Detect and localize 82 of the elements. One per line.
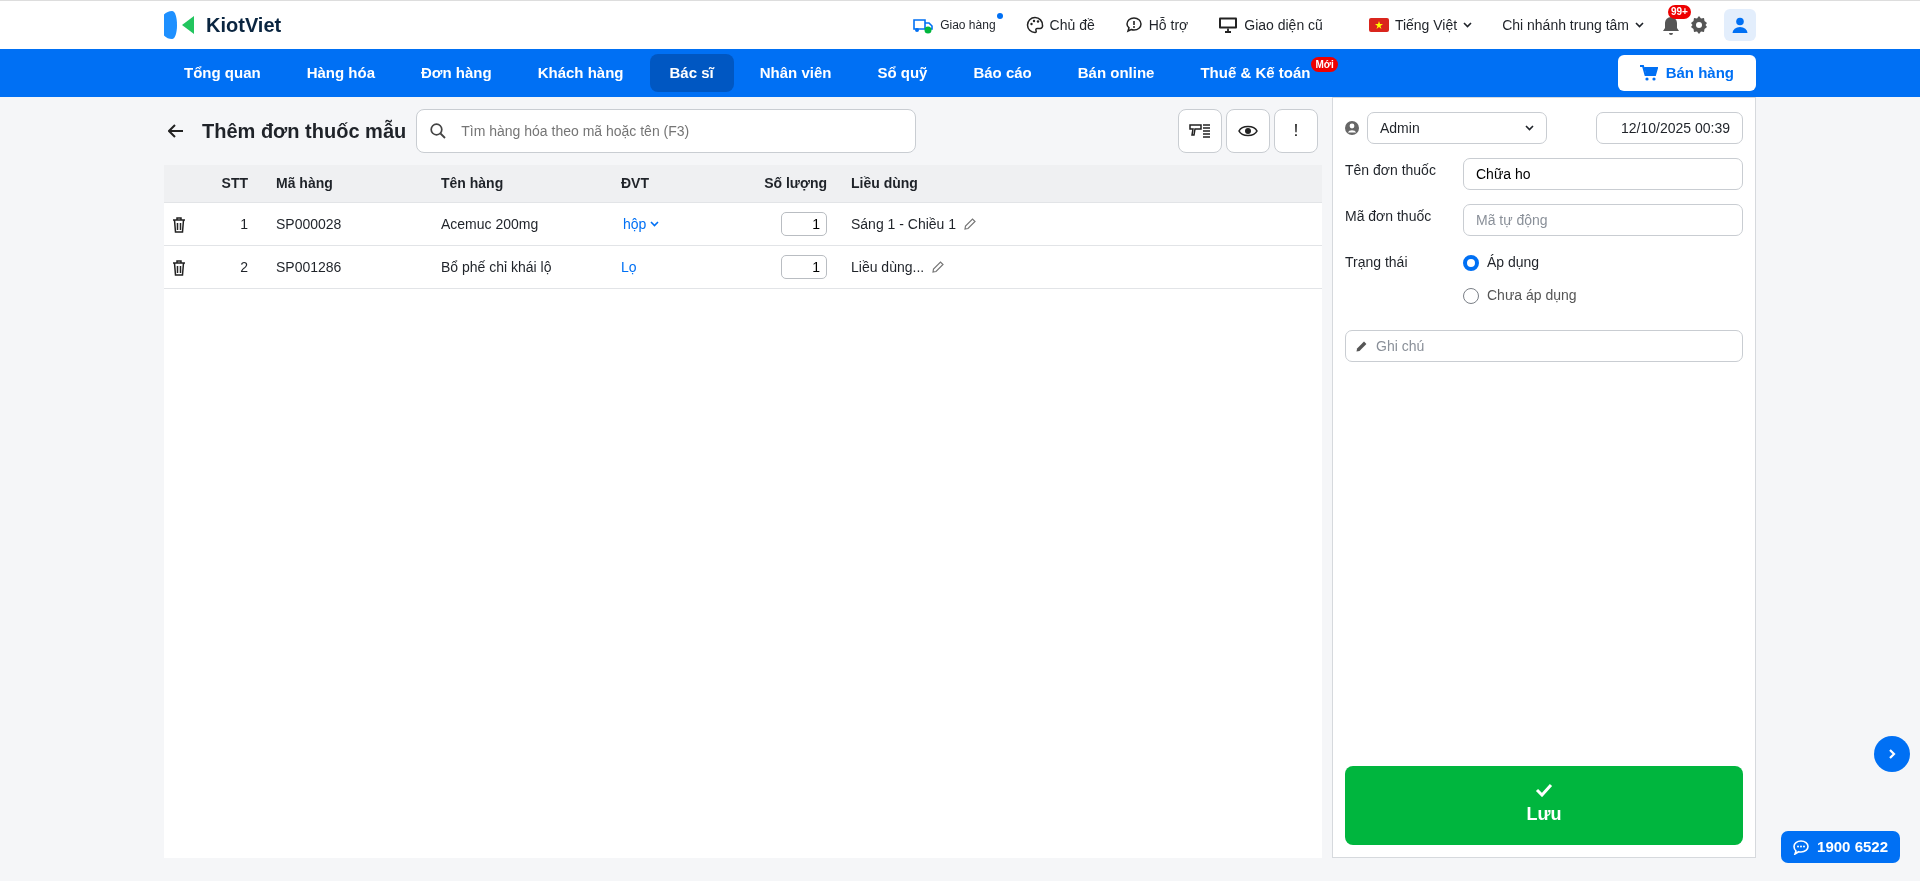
new-badge: Mới: [1311, 56, 1338, 72]
eye-icon: [1238, 124, 1258, 138]
unit-dropdown[interactable]: hộp: [621, 213, 660, 235]
search-field[interactable]: Tìm hàng hóa theo mã hoặc tên (F3): [416, 109, 917, 153]
nav-tab[interactable]: Nhân viên: [739, 53, 852, 93]
monitor-icon: [1218, 16, 1239, 34]
header-link[interactable]: Giao hàng: [912, 16, 996, 34]
field-label: Tên đơn thuốc: [1345, 161, 1437, 180]
quantity-field[interactable]: 1: [781, 212, 827, 236]
chevron-down-icon: [650, 221, 660, 227]
sell-button[interactable]: Bán hàng: [1617, 55, 1756, 91]
chevron-down-icon: [1635, 22, 1644, 28]
table-cell: 1: [240, 215, 248, 232]
column-header: ĐVT: [621, 175, 649, 191]
column-header: Liều dùng: [851, 175, 918, 191]
chat-icon: [1793, 839, 1810, 855]
chevron-down-icon: [1525, 125, 1534, 131]
header-link[interactable]: Giao diện cũ: [1218, 14, 1323, 36]
table-cell: SP001286: [276, 258, 342, 275]
nav-tab[interactable]: Hàng hóa: [286, 53, 395, 93]
quantity-field[interactable]: 1: [781, 255, 827, 279]
dosage-text: Sáng 1 - Chiều 1: [851, 214, 957, 234]
status-radio[interactable]: Áp dụng: [1463, 252, 1577, 273]
column-header: Số lượng: [764, 175, 827, 191]
date-field[interactable]: 12/10/2025 00:39: [1596, 112, 1743, 144]
back-arrow-icon[interactable]: [168, 124, 184, 138]
palette-icon: [1025, 16, 1044, 34]
note-field[interactable]: Ghi chú: [1345, 330, 1743, 362]
pencil-icon[interactable]: [964, 218, 977, 230]
hotline-button[interactable]: 1900 6522: [1781, 831, 1900, 863]
page-title: Thêm đơn thuốc mẫu: [202, 118, 407, 144]
table-cell: Acemuc 200mg: [441, 215, 539, 232]
chat-icon: [1124, 16, 1143, 34]
table-cell: 2: [240, 258, 248, 275]
column-header: STT: [221, 175, 248, 191]
field-label: Mã đơn thuốc: [1345, 207, 1433, 226]
table-cell: SP000028: [276, 215, 342, 232]
pencil-icon[interactable]: [932, 261, 945, 273]
bell-icon: [1662, 15, 1680, 36]
checkmark-icon: [1535, 783, 1553, 797]
text-field[interactable]: Chữa ho: [1463, 158, 1743, 190]
notification-count: 99+: [1668, 5, 1691, 19]
table-cell: Bổ phế chỉ khái lộ: [441, 258, 552, 275]
expand-button[interactable]: [1874, 736, 1910, 772]
scanner-button[interactable]: [1178, 109, 1222, 153]
column-header: Tên hàng: [441, 175, 504, 191]
chevron-down-icon: [1463, 22, 1473, 28]
dosage-text: Liều dùng...: [851, 257, 925, 277]
nav-tab[interactable]: Thuế & Kế toán: [1180, 53, 1312, 93]
preview-button[interactable]: [1226, 109, 1270, 153]
flag-icon: [1368, 18, 1389, 32]
barcode-scanner-icon: [1189, 122, 1211, 140]
header-link[interactable]: Hỗ trợ: [1124, 14, 1189, 36]
nav-tab[interactable]: Đơn hàng: [401, 53, 512, 93]
language-selector[interactable]: Tiếng Việt: [1368, 14, 1473, 36]
status-radio[interactable]: Chưa áp dụng: [1463, 285, 1577, 306]
avatar-button[interactable]: [1724, 9, 1756, 41]
logo-text: KiotViet: [206, 13, 282, 38]
branch-selector[interactable]: Chi nhánh trung tâm: [1502, 14, 1644, 36]
nav-tab[interactable]: Sổ quỹ: [857, 53, 948, 93]
nav-tab[interactable]: Khách hàng: [517, 53, 644, 93]
text-field[interactable]: Mã tự động: [1463, 204, 1743, 236]
nav-tab[interactable]: Báo cáo: [953, 53, 1052, 93]
header-link[interactable]: Chủ đề: [1025, 14, 1095, 36]
cart-icon: [1639, 65, 1658, 81]
user-icon: [1732, 17, 1748, 33]
nav-tab[interactable]: Tổng quan: [164, 53, 281, 93]
pencil-icon: [1356, 340, 1368, 352]
nav-tab[interactable]: Bán online: [1057, 53, 1175, 93]
info-button[interactable]: !: [1274, 109, 1318, 153]
search-icon: [430, 123, 447, 139]
unit-link[interactable]: Lọ: [621, 258, 637, 275]
settings-icon[interactable]: [1690, 16, 1708, 34]
user-circle-icon: [1345, 121, 1359, 135]
trash-icon[interactable]: [172, 259, 186, 276]
trash-icon[interactable]: [172, 216, 186, 233]
chevron-right-icon: [1888, 748, 1896, 760]
truck-icon: [912, 16, 935, 34]
field-label: Trạng thái: [1345, 253, 1409, 272]
user-dropdown[interactable]: Admin: [1367, 112, 1547, 144]
nav-tab[interactable]: Bác sĩ: [649, 53, 734, 93]
column-header: Mã hàng: [276, 175, 333, 191]
